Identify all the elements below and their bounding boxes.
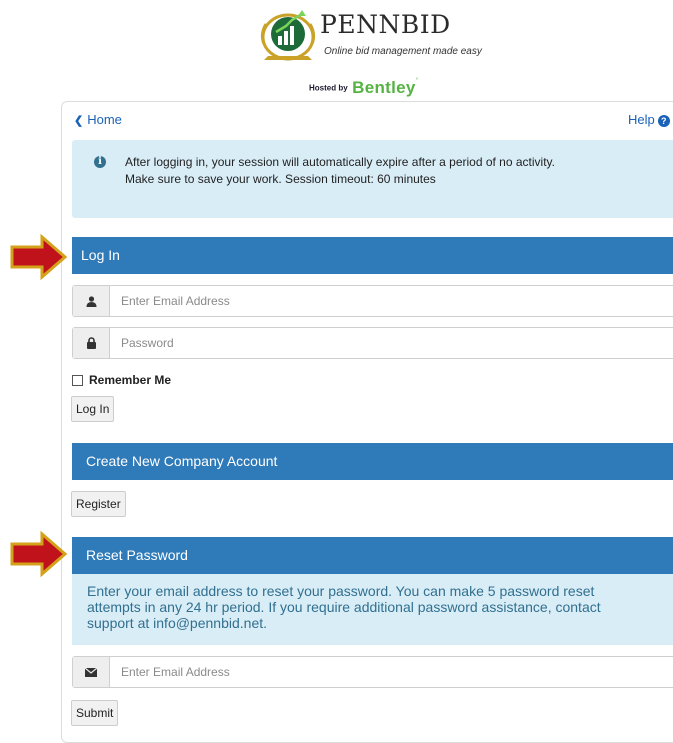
reset-email-input[interactable] bbox=[121, 657, 673, 687]
remember-me-label: Remember Me bbox=[89, 373, 172, 387]
remember-me-toggle[interactable]: Remember Me bbox=[72, 373, 171, 387]
reset-info-line-1: Enter your email address to reset your p… bbox=[87, 583, 595, 599]
bentley-logo: Bentley bbox=[352, 78, 416, 97]
home-link[interactable]: ❮ Home bbox=[74, 112, 122, 127]
brand-title: PENNBID bbox=[320, 10, 451, 39]
submit-button[interactable]: Submit bbox=[71, 700, 119, 726]
session-notice-text: After logging in, your session will auto… bbox=[125, 154, 555, 188]
login-password-group bbox=[72, 327, 673, 359]
pennbid-emblem-icon bbox=[260, 10, 316, 61]
user-icon bbox=[86, 295, 96, 307]
login-password-input[interactable] bbox=[121, 328, 673, 358]
brand-tagline: Online bid management made easy bbox=[324, 46, 482, 57]
login-button[interactable]: Log In bbox=[71, 396, 115, 422]
info-circle-icon: i bbox=[94, 156, 106, 168]
reset-info-line-3: support at info@pennbid.net. bbox=[87, 615, 268, 631]
login-password-addon bbox=[73, 328, 110, 358]
reset-email-addon bbox=[73, 657, 110, 687]
home-link-label: Home bbox=[87, 112, 122, 127]
hosted-prefix: Hosted by bbox=[309, 83, 348, 93]
notice-line-1: After logging in, your session will auto… bbox=[125, 155, 555, 169]
help-link-label: Help bbox=[628, 112, 655, 127]
hosted-by-badge: Hosted by Bentley° bbox=[309, 78, 418, 98]
notice-line-2: Make sure to save your work. Session tim… bbox=[125, 172, 436, 186]
reset-info-line-2: attempts in any 24 hr period. If you req… bbox=[87, 599, 601, 615]
login-email-addon bbox=[73, 286, 110, 316]
envelope-icon bbox=[85, 667, 97, 677]
remember-me-checkbox[interactable] bbox=[72, 375, 83, 387]
register-button[interactable]: Register bbox=[71, 491, 126, 517]
create-account-section-header: Create New Company Account bbox=[72, 443, 673, 480]
login-email-input[interactable] bbox=[121, 286, 673, 316]
reset-email-group bbox=[72, 656, 673, 688]
login-email-group bbox=[72, 285, 673, 317]
question-circle-icon: ? bbox=[657, 114, 670, 127]
red-arrow-icon bbox=[10, 234, 68, 280]
reset-password-section-header: Reset Password bbox=[72, 537, 673, 574]
red-arrow-icon bbox=[10, 531, 68, 577]
help-link[interactable]: Help? bbox=[628, 112, 670, 127]
trademark-mark: ° bbox=[415, 78, 419, 84]
pennbid-logo: PENNBID Online bid management made easy bbox=[258, 6, 498, 64]
reset-password-info: Enter your email address to reset your p… bbox=[72, 574, 673, 645]
login-section-header: Log In bbox=[72, 237, 673, 274]
lock-icon bbox=[86, 337, 96, 349]
chevron-left-icon: ❮ bbox=[74, 115, 84, 127]
